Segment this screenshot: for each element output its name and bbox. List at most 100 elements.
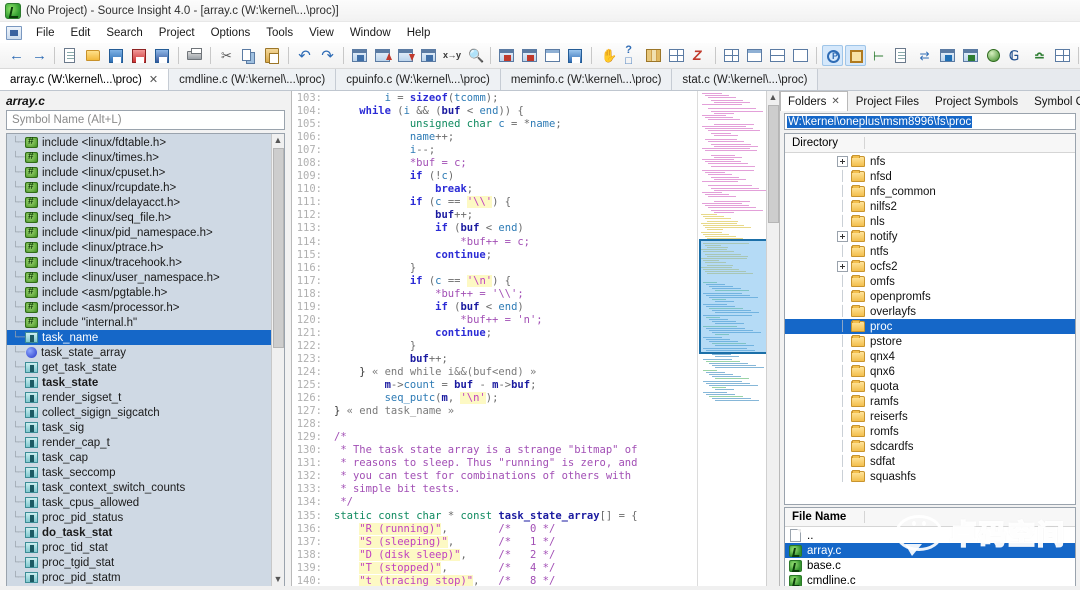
jump-previous-icon[interactable] [372, 45, 393, 66]
fold-gutter[interactable] [326, 366, 334, 379]
fold-gutter[interactable] [326, 92, 334, 105]
menu-item-file[interactable]: File [28, 25, 63, 41]
expand-icon[interactable] [837, 261, 848, 272]
symbol-list-item[interactable]: └─include <linux/user_namespace.h> [7, 270, 271, 285]
symbol-list-item[interactable]: └─task_name [7, 330, 271, 345]
directory-row[interactable]: │romfs [785, 424, 1075, 439]
file-list-row[interactable]: array.c [785, 543, 1075, 558]
symbol-list-item[interactable]: └─task_seccomp [7, 465, 271, 480]
fold-gutter[interactable] [326, 536, 334, 549]
menu-item-search[interactable]: Search [98, 25, 150, 41]
file-list-row[interactable]: base.c [785, 558, 1075, 573]
redo-icon[interactable]: ↷ [317, 45, 338, 66]
go-to-definition-icon[interactable] [418, 45, 439, 66]
horizontal-scrollbar[interactable] [0, 586, 1080, 590]
code-line[interactable]: 128 [292, 418, 697, 431]
directory-row[interactable]: │squashfs [785, 469, 1075, 484]
code-line[interactable]: 138 "D (disk sleep)", /* 2 */ [292, 549, 697, 562]
code-line[interactable]: 109 if (!c) [292, 170, 697, 183]
code-line[interactable]: 111 if (c == '\\') { [292, 196, 697, 209]
directory-row[interactable]: │ntfs [785, 244, 1075, 259]
file-list-row[interactable]: cmdline.c [785, 573, 1075, 587]
project-tab-folders[interactable]: Folders ✕ [780, 91, 848, 111]
code-line[interactable]: 122 } [292, 340, 697, 353]
symbol-list-item[interactable]: └─include <linux/ptrace.h> [7, 240, 271, 255]
document-tab-array-c[interactable]: array.c (W:\kernel\...\proc) ✕ [0, 69, 169, 90]
code-line[interactable]: 132 * you can test for combinations of o… [292, 470, 697, 483]
fold-gutter[interactable] [326, 209, 334, 222]
code-line[interactable]: 103 i = sizeof(tcomm); [292, 92, 697, 105]
close-icon[interactable]: ✕ [831, 96, 839, 107]
fold-gutter[interactable] [326, 340, 334, 353]
directory-row[interactable]: │sdfat [785, 454, 1075, 469]
symbol-list-item[interactable]: └─proc_pid_status [7, 510, 271, 525]
scroll-up-icon[interactable]: ▲ [272, 134, 284, 147]
menu-item-window[interactable]: Window [342, 25, 399, 41]
code-line[interactable]: 126 seq_putc(m, '\n'); [292, 392, 697, 405]
symbol-list-item[interactable]: └─include <asm/pgtable.h> [7, 285, 271, 300]
code-line[interactable]: 112 buf++; [292, 209, 697, 222]
tile-horizontal-icon[interactable] [744, 45, 765, 66]
symbol-list-item[interactable]: └─render_sigset_t [7, 390, 271, 405]
symbol-list-item[interactable]: └─include <linux/rcupdate.h> [7, 180, 271, 195]
directory-row[interactable]: │sdcardfs [785, 439, 1075, 454]
symbol-list-item[interactable]: └─include <linux/times.h> [7, 150, 271, 165]
fold-gutter[interactable] [326, 549, 334, 562]
fold-gutter[interactable] [326, 327, 334, 340]
tile-windows-icon[interactable] [721, 45, 742, 66]
code-line[interactable]: 136 "R (running)", /* 0 */ [292, 523, 697, 536]
directory-row[interactable]: │openpromfs [785, 289, 1075, 304]
project-tab-symbol-categories[interactable]: Symbol Categ [1026, 91, 1080, 111]
scroll-up-icon[interactable]: ▲ [767, 91, 779, 104]
sync-file-icon[interactable]: ⇄ [914, 45, 935, 66]
code-line[interactable]: 129/* [292, 431, 697, 444]
symbol-list-item[interactable]: └─proc_tgid_stat [7, 555, 271, 570]
back-icon[interactable]: ← [5, 45, 26, 66]
close-icon[interactable]: ✕ [149, 73, 158, 86]
code-line[interactable]: 133 * simple bit tests. [292, 483, 697, 496]
code-line[interactable]: 117 if (c == '\n') { [292, 275, 697, 288]
symbol-list-item[interactable]: └─get_task_state [7, 360, 271, 375]
symbol-list-item[interactable]: └─task_cpus_allowed [7, 495, 271, 510]
file-properties-icon[interactable] [937, 45, 958, 66]
cut-icon[interactable]: ✂ [216, 45, 237, 66]
fold-gutter[interactable] [326, 405, 334, 418]
symbol-list-item[interactable]: └─include <linux/pid_namespace.h> [7, 225, 271, 240]
code-minimap[interactable]: ▲ [697, 91, 779, 590]
code-line[interactable]: 131 * reasons to sleep. Thus "running" i… [292, 457, 697, 470]
directory-row[interactable]: ocfs2 [785, 259, 1075, 274]
paste-icon[interactable] [262, 45, 283, 66]
clip-window-icon[interactable] [565, 45, 586, 66]
fold-gutter[interactable] [326, 196, 334, 209]
bookmark-next-icon[interactable] [519, 45, 540, 66]
menu-item-project[interactable]: Project [151, 25, 203, 41]
cascade-windows-icon[interactable] [790, 45, 811, 66]
code-line[interactable]: 134 */ [292, 496, 697, 509]
code-line[interactable]: 124 } « end while i&&(buf<end) » [292, 366, 697, 379]
code-line[interactable]: 107 i--; [292, 144, 697, 157]
reference-book-icon[interactable] [643, 45, 664, 66]
symbol-list-item[interactable]: └─do_task_stat [7, 525, 271, 540]
scrollbar-thumb[interactable] [273, 148, 284, 348]
folder-path-input[interactable]: W:\kernel\oneplus\msm8996\fs\proc [784, 113, 1076, 130]
jump-next-icon[interactable] [395, 45, 416, 66]
source-file-list-icon[interactable] [891, 45, 912, 66]
sort-ascending-icon[interactable] [666, 45, 687, 66]
fold-gutter[interactable] [326, 418, 334, 431]
symbol-list-item[interactable]: └─task_cap [7, 450, 271, 465]
symbol-list-item[interactable]: └─task_state_array [7, 345, 271, 360]
open-file-icon[interactable] [83, 45, 104, 66]
directory-row[interactable]: │overlayfs [785, 304, 1075, 319]
code-line[interactable]: 125 m->count = buf - m->buf; [292, 379, 697, 392]
fold-gutter[interactable] [326, 353, 334, 366]
menu-item-help[interactable]: Help [399, 25, 439, 41]
fold-gutter[interactable] [326, 170, 334, 183]
symbol-info-icon[interactable]: ?□ [620, 45, 641, 66]
undo-icon[interactable]: ↶ [294, 45, 315, 66]
directory-row[interactable]: │pstore [785, 334, 1075, 349]
document-tab-cmdline-c[interactable]: cmdline.c (W:\kernel\...\proc) [169, 69, 336, 90]
symbol-list-item[interactable]: └─proc_tid_stat [7, 540, 271, 555]
minimap-scrollbar[interactable]: ▲ [766, 91, 779, 590]
symbol-window-icon[interactable] [845, 45, 866, 66]
menu-item-edit[interactable]: Edit [63, 25, 99, 41]
